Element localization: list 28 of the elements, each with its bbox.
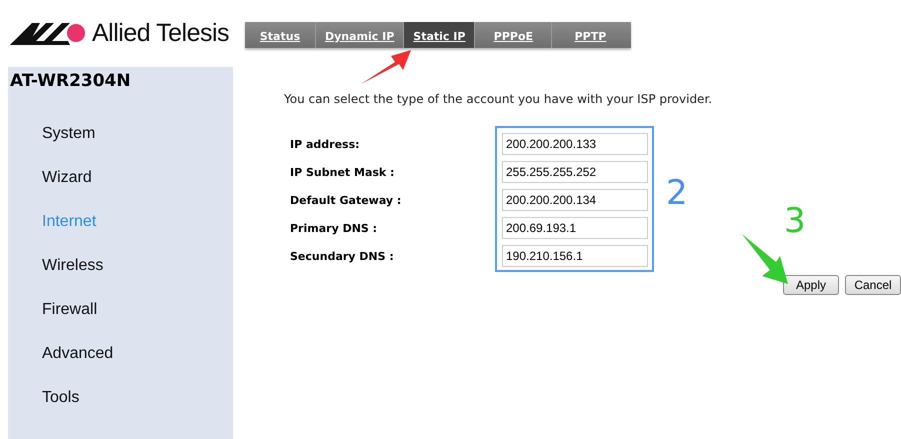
tab[interactable]: Static IP [403,22,474,48]
tab[interactable]: Status [245,22,315,48]
field-label: Secundary DNS : [290,249,395,265]
intro-text: You can select the type of the account you have with your ISP provider. [284,92,714,106]
input-field[interactable]: 200.200.200.134 [502,189,648,211]
sidebar-item[interactable]: Wizard [8,163,233,207]
field-label: IP Subnet Mask : [290,165,396,181]
field-label: Default Gateway : [290,193,402,209]
sidebar-item[interactable]: System [8,119,233,163]
step-number: 2 [666,176,688,210]
sidebar-item[interactable]: Firewall [8,295,233,339]
input-field[interactable]: 200.200.200.133 [502,133,648,155]
input-field[interactable]: 255.255.255.252 [502,161,648,183]
action-button[interactable]: Apply [783,275,839,295]
logo-icon [10,22,88,44]
input-field[interactable]: 200.69.193.1 [502,217,648,239]
step-number: 3 [784,204,806,238]
tab[interactable]: PPPoE [474,22,552,48]
action-button[interactable]: Cancel [845,275,901,295]
field-label: Primary DNS : [290,221,378,237]
input-field[interactable]: 190.210.156.1 [502,245,648,267]
sidebar-item[interactable]: Tools [8,383,233,427]
tab[interactable]: PPTP [551,22,628,48]
device-model: AT-WR2304N [9,70,132,93]
brand-name: Allied Telesis [92,19,230,48]
field-label: IP address: [290,137,361,153]
sidebar-item[interactable]: Wireless [8,251,233,295]
sidebar-item[interactable]: Advanced [8,339,233,383]
